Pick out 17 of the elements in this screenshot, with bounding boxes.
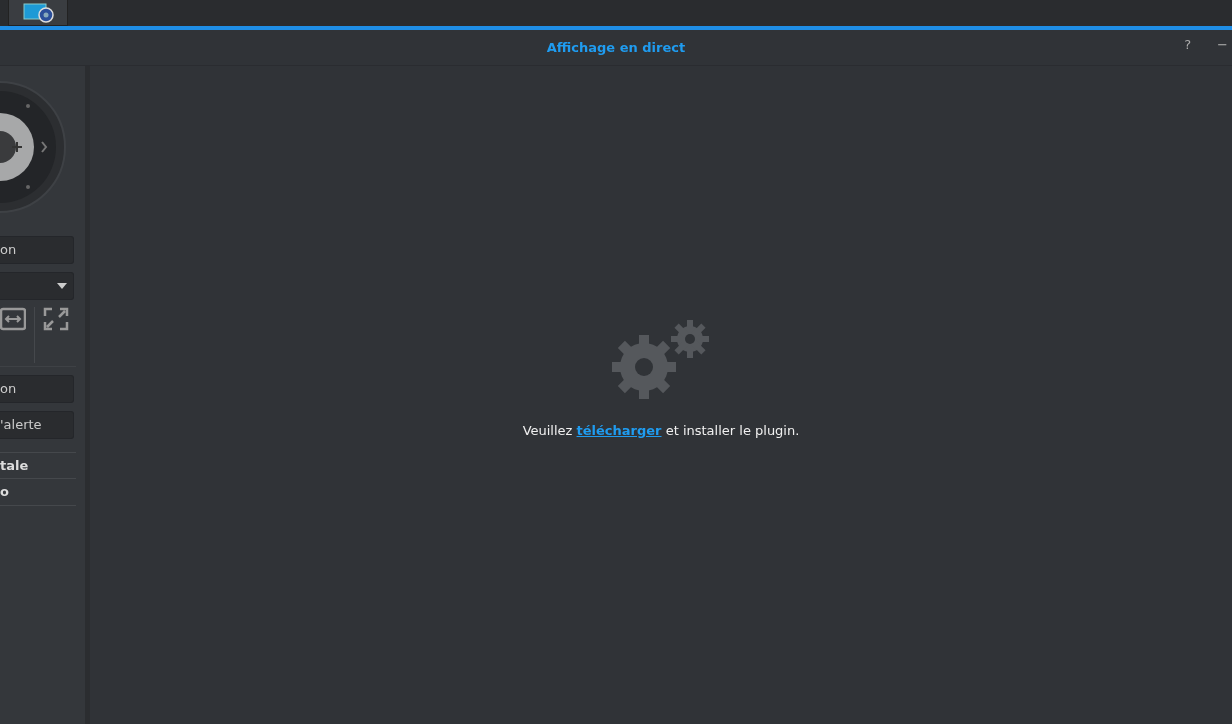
sidebar-button[interactable]: on xyxy=(0,374,74,403)
download-link[interactable]: télécharger xyxy=(576,423,662,439)
caret-icon xyxy=(57,283,67,289)
gears-icon xyxy=(611,319,711,400)
sidebar-item[interactable]: tale xyxy=(0,451,76,478)
sidebar-button[interactable]: 'alerte xyxy=(0,410,74,439)
help-button[interactable]: ? xyxy=(1180,38,1196,51)
minimize-button[interactable]: − xyxy=(1213,38,1232,51)
window-title: Affichage en direct xyxy=(546,38,686,57)
fit-width-icon[interactable] xyxy=(0,306,26,331)
camera-monitor-icon xyxy=(22,2,54,23)
sidebar-item[interactable]: o xyxy=(0,478,76,505)
dropdown-field[interactable] xyxy=(0,272,74,300)
app-taskbar-button[interactable] xyxy=(8,0,68,26)
fullscreen-icon[interactable] xyxy=(43,306,69,331)
sidebar-button[interactable]: on xyxy=(0,236,74,264)
plugin-message: Veuillez télécharger et installer le plugin. xyxy=(522,422,800,441)
